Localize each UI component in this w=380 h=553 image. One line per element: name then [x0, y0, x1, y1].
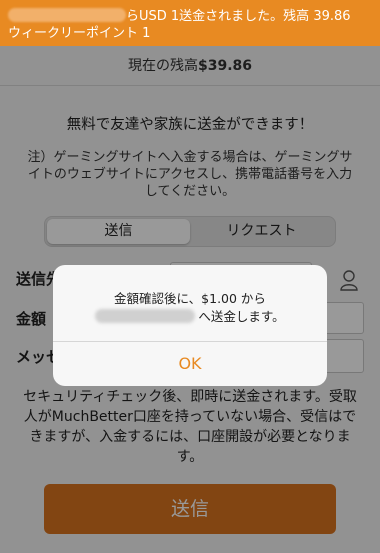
redacted-recipient	[95, 309, 196, 323]
confirm-dialog: 金額確認後に、$1.00 から へ送金します。 OK	[53, 265, 327, 386]
redacted-sender	[8, 8, 126, 22]
notification-line-2: ウィークリーポイント 1	[8, 26, 151, 41]
ok-button[interactable]: OK	[53, 342, 327, 386]
notification-line-1: らUSD 1送金されました。残高 39.86	[8, 8, 370, 25]
dialog-message-line-1: 金額確認後に、$1.00 から	[114, 291, 266, 306]
notification-banner[interactable]: らUSD 1送金されました。残高 39.86 ウィークリーポイント 1	[0, 0, 380, 46]
dialog-message-line-2: へ送金します。	[53, 306, 327, 325]
